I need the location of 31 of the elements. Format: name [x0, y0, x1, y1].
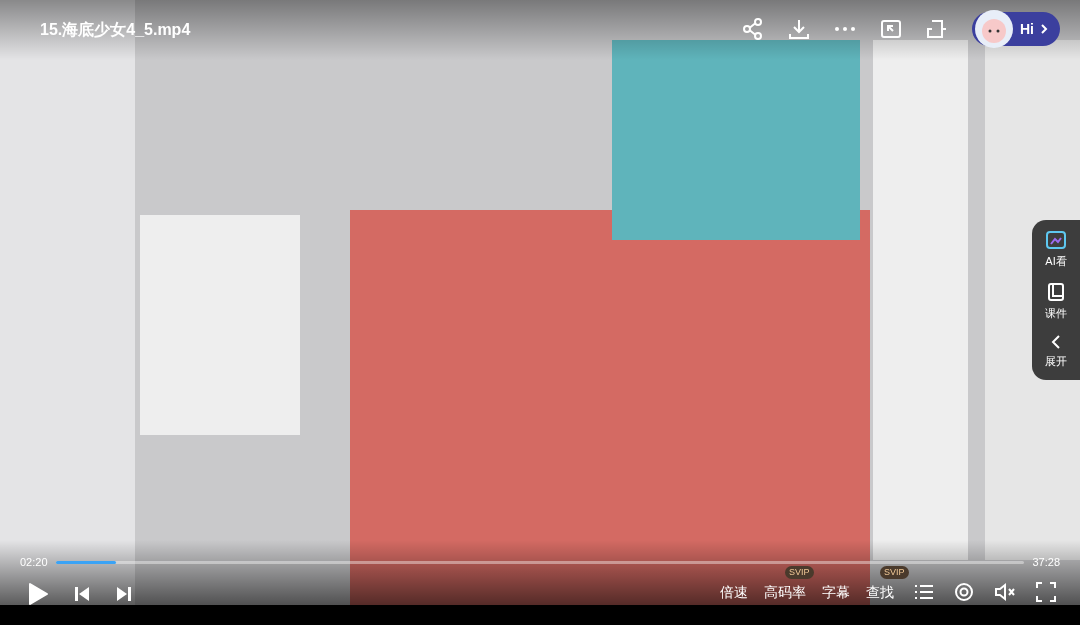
side-panel-button[interactable]: AI看: [1045, 230, 1067, 270]
elapsed-time: 02:20: [20, 555, 48, 570]
side-panel-button[interactable]: 课件: [1045, 282, 1067, 322]
ai-image-icon: [1045, 230, 1067, 251]
progress-track[interactable]: [55, 560, 1025, 564]
previous-icon[interactable]: [74, 586, 90, 602]
fullscreen-icon[interactable]: [1036, 582, 1056, 602]
side-panel-button[interactable]: 展开: [1045, 334, 1067, 370]
mute-icon[interactable]: [994, 582, 1016, 602]
player-option-button[interactable]: 字幕: [822, 582, 850, 603]
next-icon[interactable]: [116, 586, 132, 602]
svip-badge: SVIP: [785, 566, 814, 579]
assistant-button[interactable]: Hi: [972, 12, 1060, 46]
target-icon[interactable]: [954, 582, 974, 602]
picture-in-picture-icon[interactable]: [880, 18, 902, 40]
video-title: 15.海底少女4_5.mp4: [40, 20, 191, 40]
more-icon[interactable]: [834, 26, 856, 32]
rotate-screen-icon[interactable]: [926, 18, 948, 40]
book-icon: [1046, 282, 1066, 303]
download-icon[interactable]: [788, 18, 810, 40]
chevron-left-icon: [1051, 334, 1061, 351]
player-option-button[interactable]: 查找: [866, 582, 894, 603]
chevron-right-icon: [1040, 23, 1048, 35]
play-icon[interactable]: [28, 582, 48, 606]
playlist-icon[interactable]: [914, 583, 934, 601]
player-option-button[interactable]: 倍速: [720, 582, 748, 603]
mascot-icon: [974, 9, 1014, 49]
total-duration: 37:28: [1032, 555, 1060, 570]
svip-badge: SVIP: [880, 566, 909, 579]
share-icon[interactable]: [742, 18, 764, 40]
player-option-button[interactable]: 高码率: [764, 582, 806, 603]
